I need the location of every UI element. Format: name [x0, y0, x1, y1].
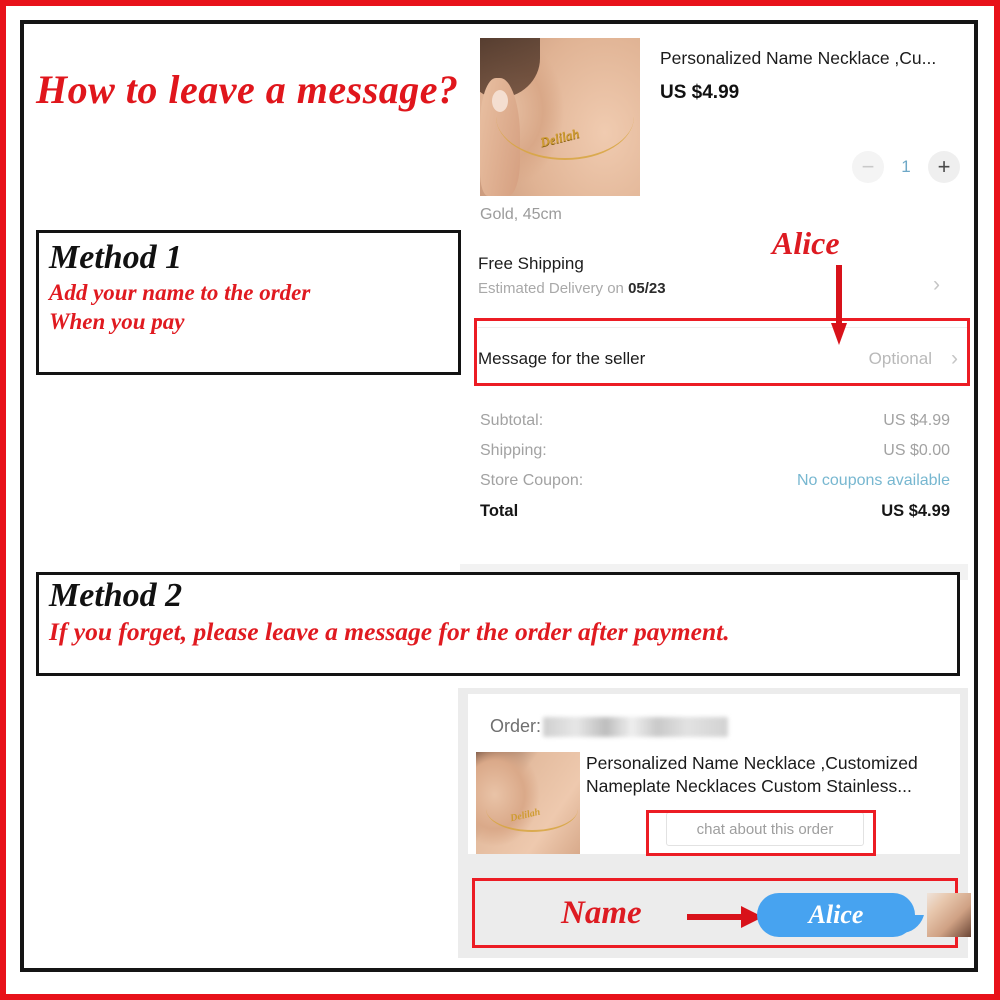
summary-label: Shipping: [480, 442, 547, 459]
summary-row-subtotal: Subtotal: US $4.99 [480, 406, 950, 436]
shipping-row[interactable]: Free Shipping Estimated Delivery on 05/2… [478, 254, 950, 316]
alice-arrow-down-icon [831, 265, 847, 351]
order-label: Order: [490, 716, 542, 736]
shipping-title: Free Shipping [478, 254, 584, 273]
shipping-estimate-prefix: Estimated Delivery on [478, 280, 629, 297]
summary-value: US $4.99 [881, 502, 950, 520]
method-2-title: Method 2 [49, 577, 183, 614]
summary-value: US $4.99 [883, 412, 950, 429]
summary-label: Subtotal: [480, 412, 544, 429]
chat-message-text: Alice [808, 900, 864, 929]
message-for-seller-row[interactable]: Message for the seller Optional › [478, 327, 968, 390]
method-1-title: Method 1 [49, 239, 183, 276]
alice-annotation-label: Alice [772, 225, 840, 261]
arrow-shaft [687, 914, 745, 920]
method-1-line-1: Add your name to the order [49, 280, 311, 305]
name-arrow-right-icon [687, 906, 765, 928]
product-variant: Gold, 45cm [480, 206, 562, 223]
method-2-box: Method 2 If you forget, please leave a m… [36, 572, 960, 676]
summary-value: US $0.00 [883, 442, 950, 459]
summary-row-store-coupon: Store Coupon: No coupons available [480, 466, 950, 496]
chat-avatar [927, 893, 971, 937]
chat-avatar-photo [927, 893, 971, 937]
message-for-seller-label: Message for the seller [478, 349, 646, 368]
chat-message-strip: Name Alice [472, 878, 971, 948]
order-product-title: Personalized Name Necklace ,Customized N… [586, 753, 918, 797]
arrow-shaft [836, 265, 842, 327]
product-price: US $4.99 [660, 82, 740, 103]
shipping-estimate-date: 05/23 [628, 280, 666, 297]
shipping-estimate: Estimated Delivery on 05/23 [478, 280, 950, 297]
method-1-box: Method 1 Add your name to the order When… [36, 230, 461, 375]
order-card: Order: Delilah Personalized Name Necklac… [468, 694, 960, 854]
summary-row-total: Total US $4.99 [480, 496, 950, 527]
message-for-seller-placeholder: Optional [868, 349, 932, 368]
name-annotation-label: Name [561, 894, 642, 931]
quantity-increase-button[interactable]: + [928, 151, 960, 183]
product-title: Personalized Name Necklace ,Cu... [660, 48, 937, 68]
quantity-decrease-button[interactable]: − [852, 151, 884, 183]
summary-row-shipping: Shipping: US $0.00 [480, 436, 950, 466]
order-summary: Subtotal: US $4.99 Shipping: US $0.00 St… [480, 406, 950, 527]
method-1-line-2: When you pay [49, 309, 185, 334]
summary-label: Total [480, 502, 519, 520]
product-image: Delilah [480, 38, 640, 196]
method-2-line-1: If you forget, please leave a message fo… [49, 617, 730, 646]
chat-about-this-order-button[interactable]: chat about this order [666, 812, 864, 846]
quantity-value: 1 [901, 157, 911, 176]
order-number-row: Order: [490, 716, 729, 737]
store-coupon-value[interactable]: No coupons available [797, 472, 950, 490]
page-title: How to leave a message? [36, 67, 459, 112]
order-product-thumbnail: Delilah [476, 752, 580, 854]
order-number-blurred [543, 716, 729, 737]
quantity-stepper[interactable]: − 1 + [790, 146, 960, 188]
summary-label: Store Coupon: [480, 472, 584, 489]
chevron-right-icon[interactable]: › [951, 347, 958, 371]
chat-message-bubble: Alice [757, 893, 915, 937]
chevron-right-icon[interactable]: › [933, 273, 940, 297]
arrow-head [831, 323, 847, 345]
cart-panel: Delilah Personalized Name Necklace ,Cu..… [460, 36, 968, 580]
